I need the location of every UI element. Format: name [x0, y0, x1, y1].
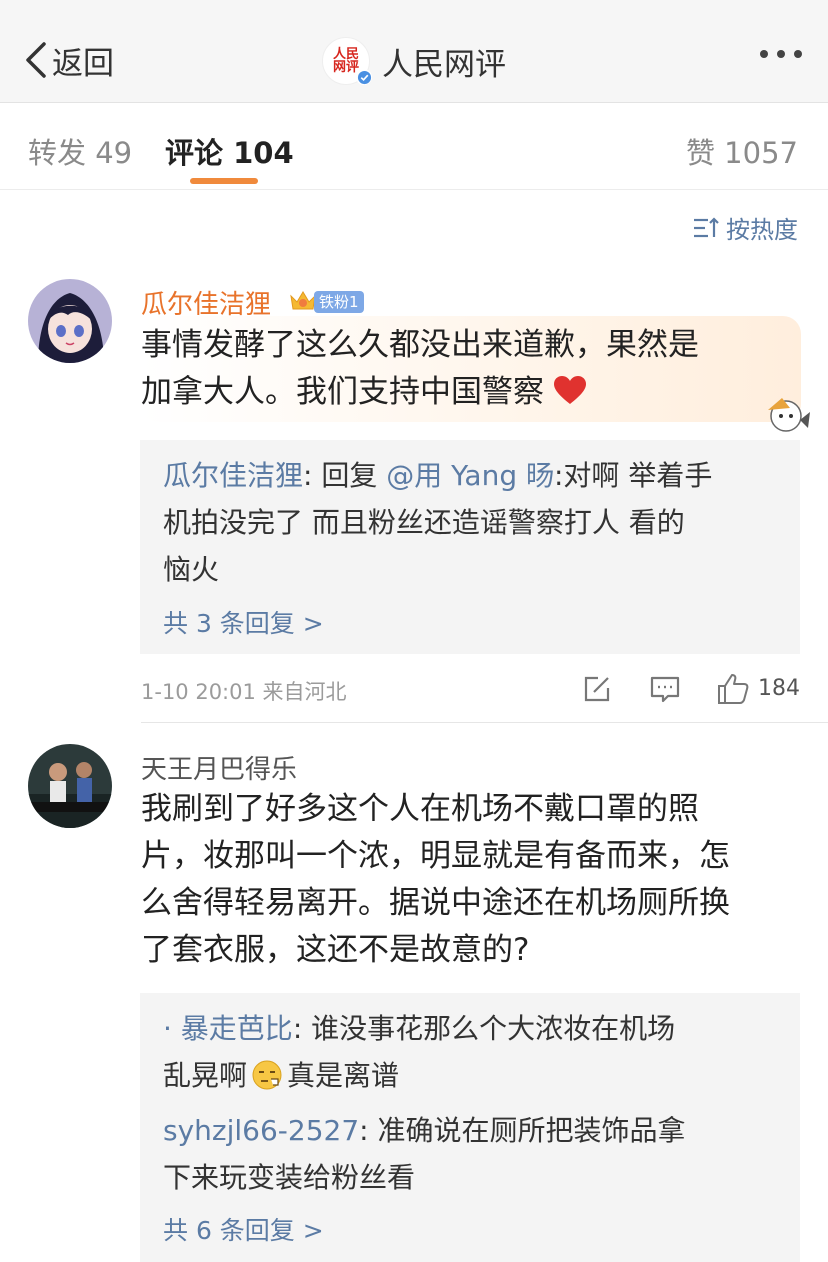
reply-text-line: 准确说在厕所把装饰品拿 [377, 1114, 686, 1147]
reply-text-line: :对啊 举着手 [554, 459, 713, 492]
thumbs-up-icon [718, 674, 749, 704]
reply-text-line: 真是离谱 [287, 1059, 400, 1092]
reply-text-line: 谁没事花那么个大浓妆在机场 [311, 1012, 676, 1045]
divider [141, 722, 828, 723]
reply-text-line: 下来玩变装给粉丝看 [163, 1161, 416, 1194]
heart-icon [554, 376, 586, 404]
reply-box[interactable]: · 暴走芭比: 谁没事花那么个大浓妆在机场 乱晃啊 真是离谱 syhzjl66-2… [140, 993, 800, 1262]
comment-meta: 1-10 20:01 来自河北 [141, 676, 347, 706]
comment-icon [650, 676, 680, 703]
back-label: 返回 [52, 45, 114, 82]
comment-text-line: 片，妆那叫一个浓，明显就是有备而来，怎 [141, 838, 730, 874]
tab-like[interactable]: 赞 1057 [686, 130, 798, 172]
sort-icon [694, 216, 719, 237]
share-button[interactable] [580, 672, 614, 710]
back-chevron-icon [26, 42, 46, 78]
reply-username[interactable]: · 暴走芭比 [163, 1012, 293, 1045]
reply-text-line: 机拍没完了 而且粉丝还造谣警察打人 看的 [163, 506, 685, 539]
share-icon [584, 676, 610, 702]
comment-text-line: 么舍得轻易离开。据说中途还在机场厕所换 [141, 885, 730, 921]
more-icon[interactable] [760, 50, 802, 58]
reply-box[interactable]: 瓜尔佳洁狸: 回复 @用 Yang 旸:对啊 举着手 机拍没完了 而且粉丝还造谣… [140, 440, 800, 654]
comment-text: 我刷到了好多这个人在机场不戴口罩的照 片，妆那叫一个浓，明显就是有备而来，怎 么… [141, 786, 730, 974]
sort-button[interactable]: 按热度 [692, 210, 798, 245]
like-count: 184 [758, 676, 800, 701]
avatar[interactable] [28, 744, 112, 828]
reply-username[interactable]: 瓜尔佳洁狸 [163, 459, 303, 492]
reply-separator: : [359, 1114, 378, 1147]
smirk-emoji-icon [252, 1060, 282, 1090]
reply-item: · 暴走芭比: 谁没事花那么个大浓妆在机场 [163, 1005, 675, 1052]
fan-badge: 铁粉1 [314, 291, 364, 313]
tab-repost[interactable]: 转发 49 [28, 130, 132, 172]
comment-time: 1-10 20:01 [141, 680, 256, 704]
avatar[interactable] [28, 279, 112, 363]
comment-text-line: 我刷到了好多这个人在机场不戴口罩的照 [141, 791, 699, 827]
tab-bar: 转发 49 评论 104 赞 1057 [0, 104, 828, 190]
sort-label: 按热度 [726, 216, 798, 244]
reply-item: 乱晃啊 真是离谱 [163, 1052, 399, 1099]
comment-username[interactable]: 天王月巴得乐 [141, 749, 297, 786]
reply-button[interactable] [648, 672, 682, 710]
comment-source: 来自河北 [262, 680, 347, 704]
reply-text-line: 乱晃啊 [163, 1059, 248, 1092]
reply-text-line: 恼火 [163, 553, 220, 586]
reply-mention[interactable]: @用 Yang 旸 [386, 459, 554, 492]
active-tab-indicator [190, 178, 258, 184]
reply-separator: : [292, 1012, 312, 1045]
sticker-icon [768, 398, 810, 432]
nav-bar: 返回 人民 网评 人民网评 [0, 0, 828, 103]
more-replies-link[interactable]: 共 6 条回复 > [163, 1211, 324, 1247]
reply-username[interactable]: syhzjl66-2527 [163, 1114, 359, 1147]
reply-prefix: : 回复 [303, 459, 387, 492]
comment-text-line: 了套衣服，这还不是故意的? [141, 932, 530, 968]
comment-text-line: 事情发酵了这么久都没出来道歉，果然是 [141, 327, 699, 363]
comment-text-line: 加拿大人。我们支持中国警察 [141, 374, 544, 410]
reply-item: syhzjl66-2527: 准确说在厕所把装饰品拿 [163, 1107, 686, 1154]
more-replies-link[interactable]: 共 3 条回复 > [163, 604, 324, 640]
account-header[interactable]: 人民 网评 人民网评 [322, 36, 506, 86]
verified-icon [356, 69, 372, 85]
account-logo: 人民 网评 [322, 37, 372, 85]
like-button[interactable] [716, 672, 750, 710]
comment-text: 事情发酵了这么久都没出来道歉，果然是 加拿大人。我们支持中国警察 [141, 322, 699, 416]
tab-comment[interactable]: 评论 104 [165, 130, 294, 172]
reply-item: 瓜尔佳洁狸: 回复 @用 Yang 旸:对啊 举着手 [163, 452, 712, 499]
back-button[interactable]: 返回 [22, 38, 114, 82]
page-title: 人民网评 [382, 46, 506, 83]
